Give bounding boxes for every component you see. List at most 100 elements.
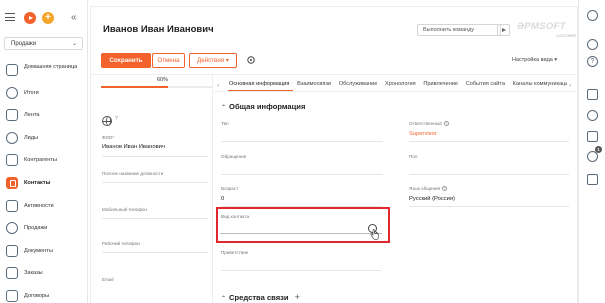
tab-bar: Основная информация Взаимосвязи Обслужив… [229,78,567,90]
menu-icon[interactable] [5,13,15,22]
run-command-button[interactable] [497,24,510,36]
sidebar-item-label: Лиды [24,134,39,141]
process-play-icon[interactable] [24,12,36,24]
sidebar-item-feed[interactable]: Лента [0,106,88,129]
mobile-phone-field[interactable]: Мобильный телефон [102,207,208,219]
sidebar-item-dashboards[interactable]: Итоги [0,84,88,107]
greeting-field[interactable]: Приветствие [221,250,381,271]
tab-engagement[interactable]: Привлечение [423,78,458,90]
accounts-icon [6,154,18,167]
field-label: Рабочий телефон [102,241,140,246]
tab-main-info[interactable]: Основная информация [229,78,289,90]
tasks-icon[interactable] [587,174,598,185]
field-value [221,131,383,137]
type-field[interactable]: Тип [221,121,383,142]
field-underline [221,174,383,175]
message-icon[interactable] [587,131,598,142]
field-value [409,164,569,170]
leads-icon [6,131,18,144]
sidebar-item-label: Документы [24,247,53,254]
home-icon [6,64,18,76]
field-value: 0 [221,196,225,202]
help-icon[interactable]: ? [115,116,118,122]
tab-site-events[interactable]: События сайта [466,78,505,90]
feed-icon [6,109,18,122]
field-value: Иванов Иван Иванович [102,144,165,150]
workspace-select[interactable]: Продажи ⌄ [4,37,83,50]
tab-channels[interactable]: Каналы коммуникации [513,78,567,90]
globe-icon[interactable] [102,116,112,126]
sidebar-item-contracts[interactable]: Договоры [0,287,88,303]
sidebar-item-label: Продажи [24,225,48,232]
save-button[interactable]: Сохранить [101,53,151,68]
fio-field[interactable]: ФИО* Иванов Иван Иванович [102,135,208,157]
tab-service[interactable]: Обслуживание [339,78,378,90]
sidebar-item-leads[interactable]: Лиды [0,129,88,152]
gender-field[interactable]: Пол [409,154,569,175]
age-field[interactable]: Возраст 0 [221,186,383,207]
sidebar-item-documents[interactable]: Документы [0,242,88,265]
tabs-divider [213,91,579,92]
cancel-button[interactable]: Отмена [152,53,185,68]
field-label: Мобильный телефон [102,207,147,212]
info-icon[interactable]: ? [442,186,448,192]
email-icon[interactable] [587,89,598,100]
sidebar-item-accounts[interactable]: Контрагенты [0,151,88,174]
chat-icon[interactable] [587,110,598,121]
tab-history[interactable]: Хронология [385,78,416,90]
caret-down-icon: ▾ [225,57,229,64]
logo-subtitle: CUSTOMER [556,34,577,38]
work-phone-field[interactable]: Рабочий телефон [102,241,208,253]
right-rail: ? 1 [578,0,605,303]
help-icon[interactable]: ? [587,56,598,67]
sidebar-item-label: Договоры [24,292,50,299]
sidebar-item-contacts[interactable]: Контакты [0,174,88,197]
language-field[interactable]: Язык общения? Русский (Россия) [409,186,569,208]
collapse-icon[interactable]: « [71,12,77,23]
view-settings-button[interactable]: Настройка вида ▾ [512,57,557,63]
gear-icon[interactable] [587,39,598,50]
settings-gear-icon[interactable] [246,55,256,65]
sidebar-item-label: Контакты [24,179,51,186]
job-title-field[interactable]: Полное название должности [102,171,208,183]
sidebar-item-home[interactable]: Домашняя страница [0,61,88,84]
field-label: Полное название должности [102,171,164,176]
sidebar-item-label: Лента [24,112,40,119]
contacts-icon [6,176,18,189]
field-underline [221,270,381,271]
field-value[interactable]: Supervisor [409,131,569,137]
sidebar-top: + « [5,11,85,25]
sidebar-item-orders[interactable]: Заказы [0,264,88,287]
command-input[interactable]: Выполнить команду [417,24,501,36]
email-field[interactable]: Email [102,277,208,282]
add-icon[interactable]: + [295,292,300,302]
section-header-general[interactable]: ⌃ Общая информация [221,102,305,111]
user-icon[interactable] [587,10,598,21]
sidebar-item-label: Итоги [24,89,39,96]
field-label: Приветствие [221,250,249,255]
sidebar-item-sales[interactable]: Продажи [0,219,88,242]
tabs-scroll-left-icon[interactable]: ‹ [217,83,219,89]
sidebar-item-label: Заказы [24,270,43,277]
field-label: Язык общения [409,186,441,191]
salutation-field[interactable]: Обращение [221,154,383,175]
documents-icon [6,244,18,257]
tab-connections[interactable]: Взаимосвязи [297,78,331,90]
owner-field[interactable]: Ответственный? Supervisor [409,121,569,143]
field-underline [409,206,569,208]
collapse-caret-icon: ⌃ [221,296,227,302]
section-header-comms[interactable]: ⌃ Средства связи + [221,292,300,302]
actions-button[interactable]: Действия ▾ [189,53,237,68]
field-label: Тип [221,121,229,126]
tabs-scroll-right-icon[interactable]: › [569,83,571,89]
column-divider [212,75,213,303]
add-icon[interactable]: + [42,12,54,24]
sidebar-item-activities[interactable]: Активности [0,197,88,220]
info-icon[interactable]: ? [443,121,449,127]
actions-label: Действия [197,57,225,64]
field-value: Русский (Россия) [409,196,455,203]
view-settings-label: Настройка вида [512,57,553,63]
field-label: ФИО* [102,135,115,140]
field-label: Обращение [221,154,247,159]
orders-icon [6,267,18,280]
